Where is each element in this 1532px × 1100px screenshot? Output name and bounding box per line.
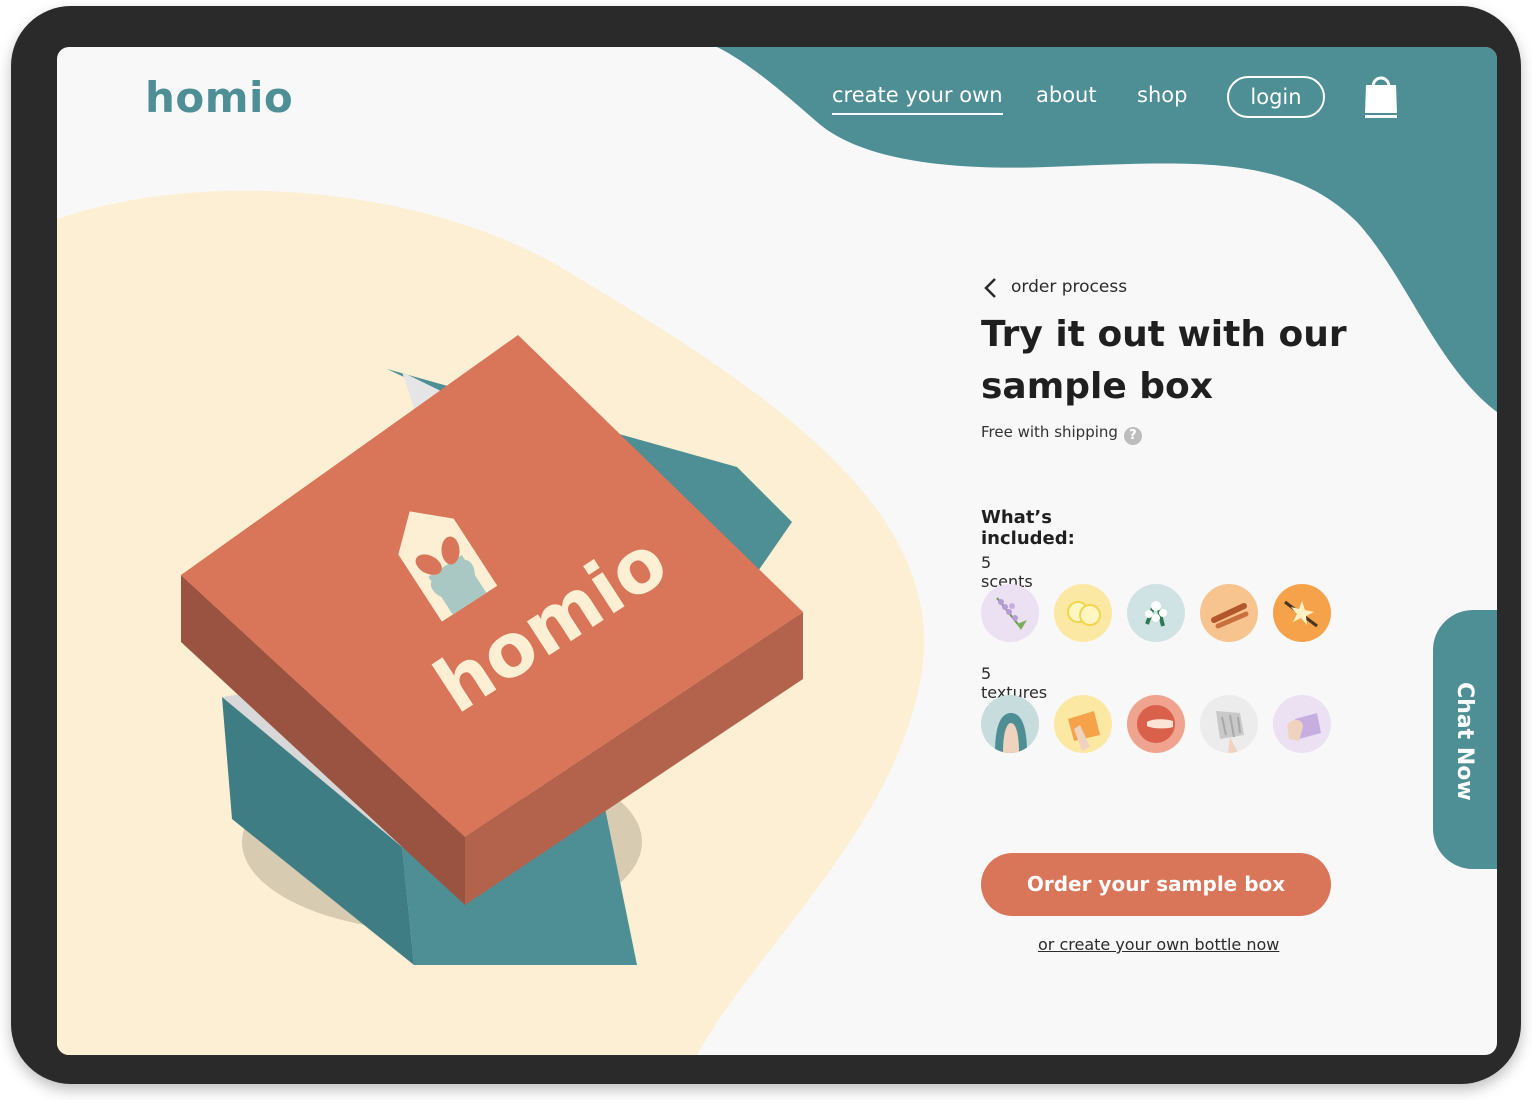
foam-texture-icon[interactable] [1200, 695, 1258, 753]
gel-texture-icon[interactable] [981, 695, 1039, 753]
included-heading: What’s included: [981, 507, 1075, 549]
login-button[interactable]: login [1227, 76, 1325, 118]
jasmine-icon[interactable] [1127, 584, 1185, 642]
cinnamon-icon[interactable] [1200, 584, 1258, 642]
back-link[interactable]: order process [981, 276, 1181, 300]
create-own-bottle-link[interactable]: or create your own bottle now [1038, 935, 1279, 954]
chat-now-label: Chat Now [1452, 682, 1477, 801]
textures-list [981, 695, 1346, 753]
balm-texture-icon[interactable] [1127, 695, 1185, 753]
nav-shop[interactable]: shop [1137, 83, 1187, 107]
shipping-note: Free with shipping? [981, 423, 1142, 445]
sample-box-illustration: homio [181, 335, 803, 965]
question-icon[interactable]: ? [1123, 427, 1142, 445]
shipping-text: Free with shipping [981, 423, 1118, 441]
nav-create-your-own[interactable]: create your own [832, 83, 1003, 115]
back-link-label: order process [1011, 277, 1128, 297]
vanilla-icon[interactable] [1273, 584, 1331, 642]
nav-about[interactable]: about [1036, 83, 1097, 107]
order-sample-box-button[interactable]: Order your sample box [981, 853, 1331, 916]
tablet-frame: homio create your own about shop login h… [11, 6, 1521, 1084]
page-title: Try it out with our sample box [981, 314, 1347, 407]
bar-texture-icon[interactable] [1273, 695, 1331, 753]
lemon-icon[interactable] [1054, 584, 1112, 642]
scents-list [981, 584, 1346, 642]
cream-texture-icon[interactable] [1054, 695, 1112, 753]
chat-now-tab[interactable]: Chat Now [1433, 610, 1497, 869]
chevron-left-icon [984, 278, 996, 298]
lavender-icon[interactable] [981, 584, 1039, 642]
brand-logo[interactable]: homio [145, 73, 293, 122]
screen: homio create your own about shop login h… [57, 47, 1497, 1055]
shopping-bag-icon[interactable] [1363, 73, 1399, 119]
